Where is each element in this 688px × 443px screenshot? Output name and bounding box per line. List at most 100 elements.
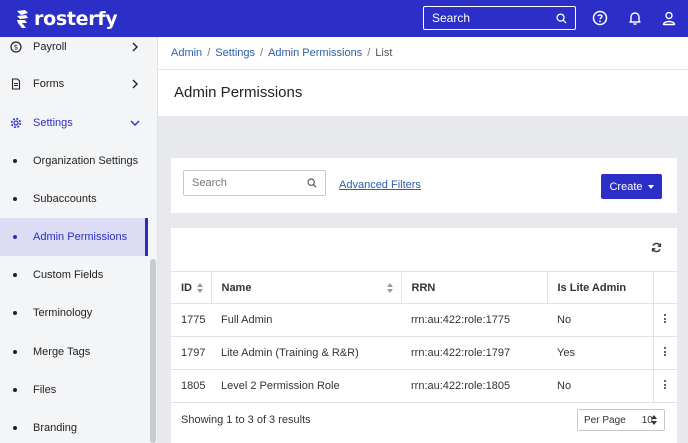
bell-icon[interactable] (627, 10, 643, 26)
select-arrows-icon (651, 415, 657, 425)
breadcrumb-admin-permissions[interactable]: Admin Permissions (268, 47, 362, 59)
sort-icon[interactable] (386, 283, 393, 293)
cell-is-lite-admin: No (547, 303, 653, 337)
cell-rrn: rrn:au:422:role:1805 (401, 369, 547, 403)
cell-is-lite-admin: Yes (547, 336, 653, 370)
brand-name: rosterfy (34, 8, 118, 30)
pagination-summary: Showing 1 to 3 of 3 results (181, 414, 311, 426)
chevron-down-icon (130, 120, 140, 126)
kebab-menu-icon[interactable] (663, 347, 667, 356)
sidebar-subitem-files[interactable]: Files (0, 371, 148, 409)
advanced-filters-link[interactable]: Advanced Filters (339, 179, 421, 191)
bullet-icon (13, 350, 17, 354)
sidebar-item-label: Files (33, 384, 57, 396)
per-page-label: Per Page (584, 414, 626, 426)
sidebar-item-label: Payroll (33, 41, 67, 53)
sidebar-subitem-admin-permissions[interactable]: Admin Permissions (0, 218, 148, 256)
column-header-label: Name (221, 281, 252, 294)
rosterfy-logo[interactable]: rosterfy (16, 7, 118, 31)
table-row[interactable]: 1797 Lite Admin (Training & R&R) rrn:au:… (171, 336, 677, 370)
sidebar-subitem-subaccounts[interactable]: Subaccounts (0, 180, 148, 218)
table-header-row: ID Name RRN Is Lite Admin (171, 271, 677, 304)
svg-text:$: $ (14, 44, 18, 52)
cell-id: 1797 (171, 336, 211, 370)
cell-rrn: rrn:au:422:role:1797 (401, 336, 547, 370)
bullet-icon (13, 311, 17, 315)
breadcrumb-separator: / (367, 47, 371, 59)
breadcrumb-settings[interactable]: Settings (215, 47, 255, 59)
bullet-icon (13, 426, 17, 430)
table-row[interactable]: 1775 Full Admin rrn:au:422:role:1775 No (171, 303, 677, 337)
cell-name: Level 2 Permission Role (211, 369, 401, 403)
refresh-icon[interactable] (651, 242, 662, 253)
chevron-right-icon (132, 79, 138, 89)
cell-is-lite-admin: No (547, 369, 653, 403)
column-header-id[interactable]: ID (171, 271, 212, 304)
breadcrumb-current: List (375, 47, 393, 59)
bullet-icon (13, 388, 17, 392)
sidebar: $ Payroll Forms Settings Organization Se… (0, 37, 158, 443)
row-actions[interactable] (652, 336, 677, 370)
row-actions[interactable] (652, 369, 677, 403)
table-row[interactable]: 1805 Level 2 Permission Role rrn:au:422:… (171, 369, 677, 403)
gear-icon (10, 117, 22, 129)
breadcrumb-separator: / (260, 47, 264, 59)
sidebar-item-forms[interactable]: Forms (0, 65, 148, 103)
cell-name: Full Admin (211, 303, 401, 337)
header-divider (158, 69, 688, 70)
sidebar-item-label: Merge Tags (33, 346, 91, 358)
kebab-menu-icon[interactable] (663, 380, 667, 389)
sidebar-item-label: Settings (33, 117, 73, 129)
sidebar-item-label: Branding (33, 422, 78, 434)
sidebar-item-label: Forms (33, 78, 65, 90)
sidebar-subitem-custom-fields[interactable]: Custom Fields (0, 256, 148, 294)
sort-icon[interactable] (196, 283, 203, 293)
global-search-input[interactable] (432, 11, 556, 25)
cell-name: Lite Admin (Training & R&R) (211, 336, 401, 370)
per-page-select[interactable]: Per Page 10 (577, 409, 665, 431)
column-header-rrn: RRN (401, 271, 548, 304)
admin-permissions-table: ID Name RRN Is Lite Admin 1775 Full Admi… (171, 271, 677, 403)
create-button[interactable]: Create (601, 174, 662, 199)
cell-rrn: rrn:au:422:role:1775 (401, 303, 547, 337)
row-actions[interactable] (652, 303, 677, 337)
page-title: Admin Permissions (174, 84, 303, 101)
column-header-name[interactable]: Name (211, 271, 402, 304)
create-button-label: Create (609, 180, 643, 193)
sidebar-subitem-merge-tags[interactable]: Merge Tags (0, 333, 148, 371)
dollar-icon: $ (10, 41, 22, 53)
sidebar-item-label: Admin Permissions (33, 231, 128, 243)
sidebar-subitem-terminology[interactable]: Terminology (0, 294, 148, 332)
column-header-label: ID (181, 281, 192, 294)
help-icon[interactable] (592, 10, 608, 26)
kebab-menu-icon[interactable] (663, 314, 667, 323)
sidebar-scrollbar[interactable] (150, 259, 156, 443)
column-header-label: Is Lite Admin (557, 281, 627, 294)
bullet-icon (13, 159, 17, 163)
sidebar-subitem-organization-settings[interactable]: Organization Settings (0, 142, 148, 180)
breadcrumb: Admin / Settings / Admin Permissions / List (171, 47, 392, 59)
breadcrumb-admin[interactable]: Admin (171, 47, 202, 59)
chevron-right-icon (132, 42, 138, 52)
sidebar-item-settings[interactable]: Settings (0, 104, 148, 142)
document-icon (11, 78, 21, 90)
sidebar-subitem-branding[interactable]: Branding (0, 409, 148, 443)
search-icon[interactable] (556, 12, 567, 24)
global-search[interactable] (423, 6, 576, 30)
user-icon[interactable] (661, 10, 677, 26)
table-search[interactable] (183, 170, 326, 196)
cell-id: 1805 (171, 369, 211, 403)
table-search-input[interactable] (192, 177, 307, 189)
column-header-actions (652, 271, 677, 304)
sidebar-item-label: Subaccounts (33, 193, 97, 205)
caret-down-icon (647, 184, 654, 189)
top-bar: rosterfy (0, 0, 688, 37)
search-icon[interactable] (307, 178, 317, 188)
cell-id: 1775 (171, 303, 211, 337)
filter-card: Advanced Filters Create (171, 158, 677, 213)
sidebar-item-payroll[interactable]: $ Payroll (0, 37, 148, 66)
column-header-label: RRN (411, 281, 436, 294)
column-header-is-lite-admin: Is Lite Admin (547, 271, 653, 304)
bullet-icon (13, 235, 17, 239)
sidebar-item-label: Organization Settings (33, 155, 139, 167)
